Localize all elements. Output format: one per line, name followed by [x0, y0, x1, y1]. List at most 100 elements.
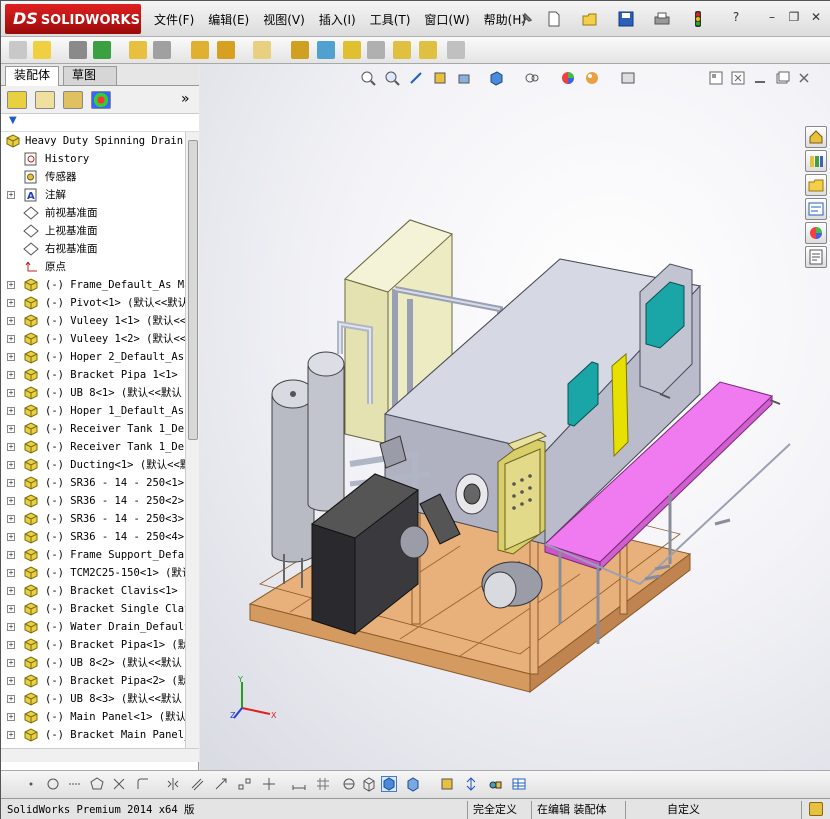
expand-toggle-icon[interactable]: +: [7, 317, 15, 325]
help-button[interactable]: ?: [727, 9, 745, 25]
expand-toggle-icon[interactable]: +: [7, 551, 15, 559]
minimize-button[interactable]: –: [763, 9, 781, 25]
tree-item[interactable]: + (-) Vuleey 1<2> (默认<<: [1, 330, 185, 348]
expand-toggle-icon[interactable]: +: [7, 587, 15, 595]
wireframe-icon[interactable]: [361, 776, 377, 792]
tree-item[interactable]: + (-) Pivot<1> (默认<<默认: [1, 294, 185, 312]
menu-file[interactable]: 文件(F): [147, 11, 201, 29]
clearance-icon[interactable]: [419, 41, 437, 59]
reference-geometry-icon[interactable]: [253, 41, 271, 59]
custom-properties-icon[interactable]: [805, 246, 827, 268]
machine-assembly-model[interactable]: [200, 64, 830, 770]
camera-icon[interactable]: [487, 776, 503, 792]
display-manager-icon[interactable]: [91, 91, 111, 109]
bill-of-materials-icon[interactable]: [317, 41, 335, 59]
tree-item[interactable]: + (-) SR36 - 14 - 250<3>: [1, 510, 185, 528]
tree-item[interactable]: 右视基准面: [1, 240, 185, 258]
expand-toggle-icon[interactable]: +: [7, 281, 15, 289]
tree-item[interactable]: + (-) Receiver Tank 1_Def: [1, 438, 185, 456]
configuration-manager-icon[interactable]: [63, 91, 83, 109]
status-units[interactable]: 自定义: [667, 802, 700, 818]
assembly-features-icon[interactable]: [217, 41, 235, 59]
tree-item[interactable]: + (-) Main Panel<1> (默认: [1, 708, 185, 726]
circle-icon[interactable]: [45, 776, 61, 792]
point-icon[interactable]: [23, 776, 39, 792]
property-manager-icon[interactable]: [35, 91, 55, 109]
expand-toggle-icon[interactable]: +: [7, 605, 15, 613]
tree-item[interactable]: + (-) TCM2C25-150<1> (默认: [1, 564, 185, 582]
centerline-icon[interactable]: [67, 776, 83, 792]
expand-toggle-icon[interactable]: +: [7, 569, 15, 577]
design-library-icon[interactable]: [805, 150, 827, 172]
tree-item[interactable]: + (-) UB 8<3> (默认<<默认: [1, 690, 185, 708]
tree-item[interactable]: + (-) SR36 - 14 - 250<4>: [1, 528, 185, 546]
tree-item[interactable]: + (-) UB 8<1> (默认<<默认: [1, 384, 185, 402]
sketch-fillet-icon[interactable]: [135, 776, 151, 792]
grid-icon[interactable]: [315, 776, 331, 792]
new-motion-study-icon[interactable]: [291, 41, 309, 59]
mate-icon[interactable]: [69, 41, 87, 59]
expand-toggle-icon[interactable]: +: [7, 389, 15, 397]
new-document-icon[interactable]: [545, 10, 563, 28]
tree-item[interactable]: + (-) Bracket Pipa 1<1> (: [1, 366, 185, 384]
restore-button[interactable]: ❐: [785, 9, 803, 25]
tree-item[interactable]: + (-) Bracket Pipa<1> (默: [1, 636, 185, 654]
expand-toggle-icon[interactable]: +: [7, 191, 15, 199]
horizontal-scrollbar[interactable]: [1, 748, 199, 762]
pin-icon[interactable]: [517, 10, 535, 28]
triad-move-icon[interactable]: [463, 776, 479, 792]
expand-toggle-icon[interactable]: +: [7, 713, 15, 721]
tree-item[interactable]: + (-) Bracket Pipa<2> (默: [1, 672, 185, 690]
expand-toggle-icon[interactable]: +: [7, 443, 15, 451]
expand-toggle-icon[interactable]: +: [7, 425, 15, 433]
expand-toggle-icon[interactable]: +: [7, 371, 15, 379]
home-icon[interactable]: [805, 126, 827, 148]
file-explorer-icon[interactable]: [805, 174, 827, 196]
show-hidden-icon[interactable]: [191, 41, 209, 59]
expand-toggle-icon[interactable]: +: [7, 533, 15, 541]
filter-icon[interactable]: ▼: [9, 115, 17, 126]
panel-collapse-button[interactable]: »: [181, 91, 190, 107]
close-button[interactable]: ✕: [807, 9, 825, 25]
tab-assembly[interactable]: 装配体: [5, 66, 60, 86]
appearances-scenes-icon[interactable]: [805, 222, 827, 244]
expand-toggle-icon[interactable]: +: [7, 695, 15, 703]
rebuild-status-icon[interactable]: [809, 802, 823, 816]
tree-item[interactable]: 上视基准面: [1, 222, 185, 240]
menu-window[interactable]: 窗口(W): [417, 11, 476, 29]
tree-item[interactable]: 原点: [1, 258, 185, 276]
linear-sketch-pattern-icon[interactable]: [237, 776, 253, 792]
expand-toggle-icon[interactable]: +: [7, 641, 15, 649]
tree-item[interactable]: + (-) SR36 - 14 - 250<2>: [1, 492, 185, 510]
expand-toggle-icon[interactable]: +: [7, 461, 15, 469]
menu-tools[interactable]: 工具(T): [363, 11, 418, 29]
expand-toggle-icon[interactable]: +: [7, 497, 15, 505]
menu-insert[interactable]: 插入(I): [312, 11, 363, 29]
expand-toggle-icon[interactable]: +: [7, 677, 15, 685]
tree-item[interactable]: + (-) Water Drain_Default: [1, 618, 185, 636]
expand-toggle-icon[interactable]: +: [7, 335, 15, 343]
polygon-icon[interactable]: [89, 776, 105, 792]
expand-toggle-icon[interactable]: +: [7, 353, 15, 361]
tree-item[interactable]: + A 注解: [1, 186, 185, 204]
open-folder-icon[interactable]: [581, 10, 599, 28]
tree-item[interactable]: + (-) Vuleey 1<1> (默认<<: [1, 312, 185, 330]
tree-item[interactable]: History: [1, 150, 185, 168]
tree-item[interactable]: + (-) Bracket Clavis<1> (: [1, 582, 185, 600]
explode-line-icon[interactable]: [367, 41, 385, 59]
convert-entities-icon[interactable]: [213, 776, 229, 792]
move-entities-icon[interactable]: [261, 776, 277, 792]
mirror-icon[interactable]: [165, 776, 181, 792]
display-mode-icon[interactable]: [405, 776, 421, 792]
menu-view[interactable]: 视图(V): [256, 11, 312, 29]
tab-sketch[interactable]: 草图: [63, 66, 117, 85]
insert-component-icon[interactable]: [33, 41, 51, 59]
exploded-view-icon[interactable]: [343, 41, 361, 59]
tree-item[interactable]: + (-) Ducting<1> (默认<<默: [1, 456, 185, 474]
scrollbar-thumb[interactable]: [188, 140, 198, 440]
expand-toggle-icon[interactable]: +: [7, 515, 15, 523]
move-component-icon[interactable]: [153, 41, 171, 59]
rebuild-icon[interactable]: [439, 776, 455, 792]
tree-item[interactable]: + (-) Frame Support_Defau: [1, 546, 185, 564]
offset-icon[interactable]: [189, 776, 205, 792]
